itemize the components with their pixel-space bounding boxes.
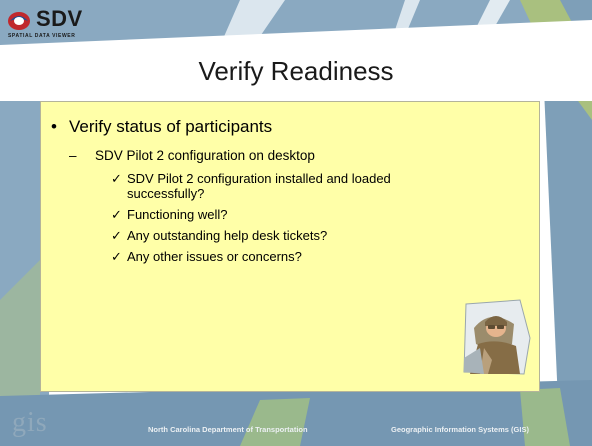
bullet-level-2: – SDV Pilot 2 configuration on desktop xyxy=(69,148,315,163)
checkmark-icon: ✓ xyxy=(111,171,122,186)
checkmark-icon: ✓ xyxy=(111,207,122,222)
check-item: ✓ Functioning well? xyxy=(111,207,441,222)
bullet-level-1-text: Verify status of participants xyxy=(69,117,273,136)
sdv-logo-text: SDV xyxy=(36,6,83,31)
check-item-text: SDV Pilot 2 configuration installed and … xyxy=(127,171,391,201)
checklist: ✓ SDV Pilot 2 configuration installed an… xyxy=(111,171,441,270)
check-item-text: Any other issues or concerns? xyxy=(127,249,302,264)
slide-title: Verify Readiness xyxy=(198,56,394,86)
bullet-dash: – xyxy=(69,148,77,163)
check-item: ✓ SDV Pilot 2 configuration installed an… xyxy=(111,171,441,201)
gis-logo: gis xyxy=(12,407,72,446)
check-item-text: Any outstanding help desk tickets? xyxy=(127,228,328,243)
sdv-globe-icon xyxy=(8,12,30,30)
checkmark-icon: ✓ xyxy=(111,228,122,243)
content-box: • Verify status of participants – SDV Pilo… xyxy=(40,101,540,392)
bullet-level-2-text: SDV Pilot 2 configuration on desktop xyxy=(95,148,315,163)
bullet-level-1: • Verify status of participants xyxy=(51,117,272,137)
checkmark-icon: ✓ xyxy=(111,249,122,264)
footer-division: Geographic Information Systems (GIS) xyxy=(391,425,529,434)
gis-logo-text: gis xyxy=(12,407,48,438)
check-item-text: Functioning well? xyxy=(127,207,228,222)
check-item: ✓ Any outstanding help desk tickets? xyxy=(111,228,441,243)
footer-department: North Carolina Department of Transportat… xyxy=(148,425,308,434)
check-item: ✓ Any other issues or concerns? xyxy=(111,249,441,264)
pilot-clipart-image xyxy=(463,299,531,375)
sdv-logo: SDV SPATIAL DATA VIEWER xyxy=(6,6,106,42)
sdv-logo-subtitle: SPATIAL DATA VIEWER xyxy=(8,33,76,39)
bullet-dot: • xyxy=(51,117,57,136)
